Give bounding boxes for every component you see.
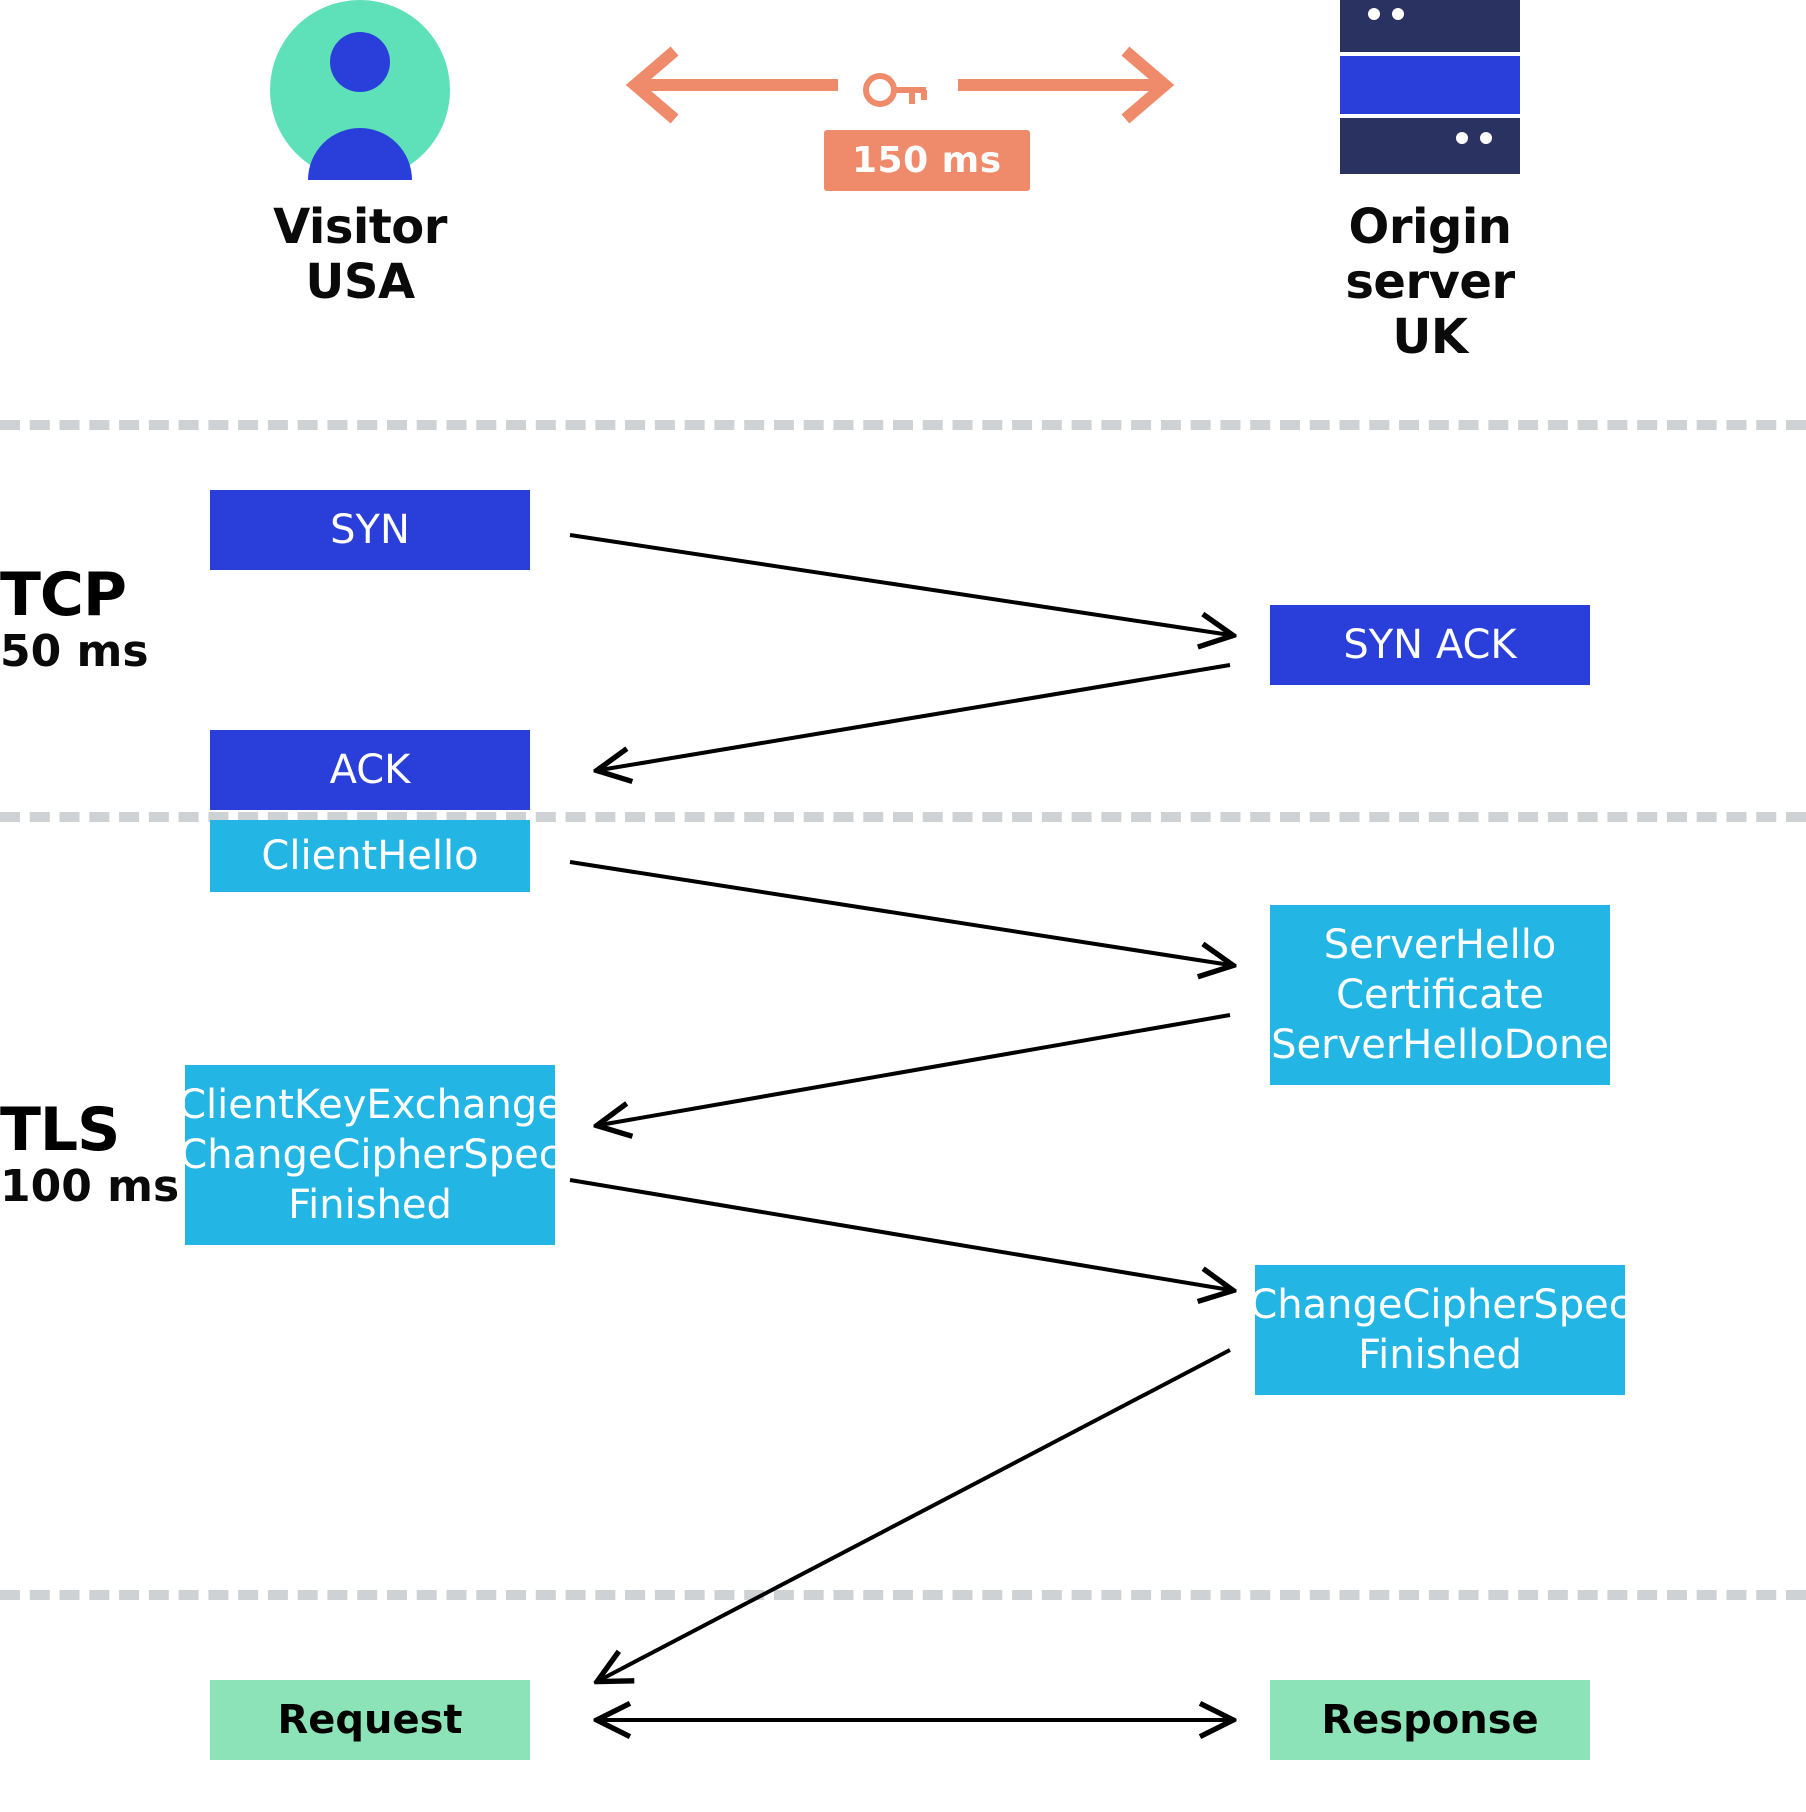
msg-ack: ACK — [210, 730, 530, 810]
msg-serverhello: ServerHello Certificate ServerHelloDone — [1270, 905, 1610, 1085]
msg-synack: SYN ACK — [1270, 605, 1590, 685]
msg-response: Response — [1270, 1680, 1590, 1760]
msg-clienthello: ClientHello — [210, 820, 530, 892]
msg-serverfinish: ChangeCipherSpec Finished — [1255, 1265, 1625, 1395]
tls-handshake-diagram: Visitor USA Origin server UK — [0, 0, 1806, 1812]
msg-clientkey: ClientKeyExchange ChangeCipherSpec Finis… — [185, 1065, 555, 1245]
msg-syn: SYN — [210, 490, 530, 570]
msg-request: Request — [210, 1680, 530, 1760]
